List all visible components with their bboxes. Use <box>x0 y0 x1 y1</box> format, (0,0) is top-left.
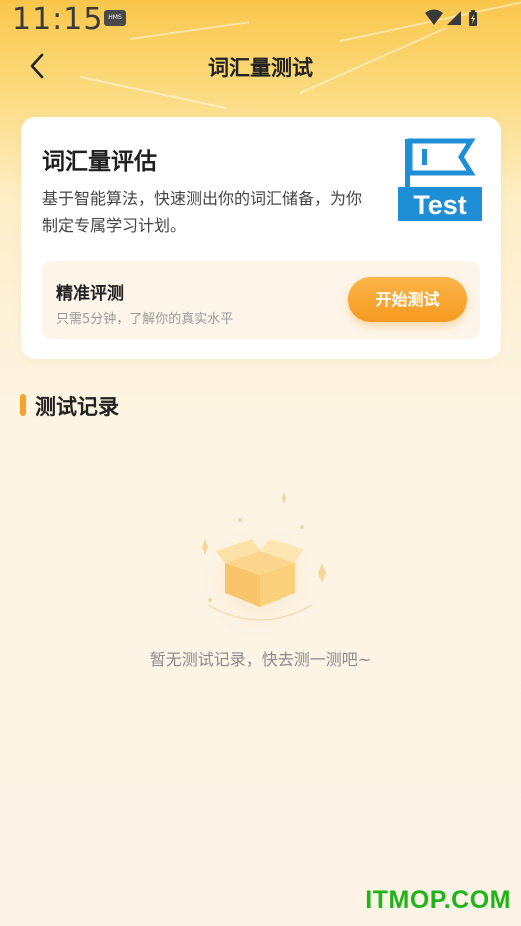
panel-title: 精准评测 <box>56 284 124 304</box>
page-title: 词汇量测试 <box>208 56 313 80</box>
battery-icon <box>469 10 477 26</box>
test-flag-icon: Test <box>398 138 482 221</box>
watermark: ITMOP.COM <box>365 886 511 914</box>
panel-subtitle: 只需5分钟，了解你的真实水平 <box>56 312 234 327</box>
precise-assessment-panel: 精准评测 只需5分钟，了解你的真实水平 开始测试 <box>42 261 480 339</box>
wifi-icon <box>425 9 443 25</box>
status-bar: 11:15 HMS <box>0 0 521 40</box>
hms-badge: HMS <box>104 10 126 26</box>
empty-box-icon <box>198 492 326 635</box>
records-section-title: 测试记录 <box>35 395 119 419</box>
signal-icon <box>447 11 461 25</box>
status-icons <box>425 9 477 26</box>
nav-bar: 词汇量测试 <box>0 40 521 96</box>
start-test-button[interactable]: 开始测试 <box>348 277 467 322</box>
status-time: 11:15 <box>12 2 104 37</box>
section-accent-bar <box>20 394 26 416</box>
vocabulary-assessment-card: 词汇量评估 基于智能算法，快速测出你的词汇储备，为你制定专属学习计划。 Test… <box>21 117 501 359</box>
card-title: 词汇量评估 <box>42 149 157 175</box>
card-description: 基于智能算法，快速测出你的词汇储备，为你制定专属学习计划。 <box>42 189 363 235</box>
empty-records-text: 暂无测试记录，快去测一测吧~ <box>149 650 372 669</box>
test-logo-text: Test <box>413 190 467 220</box>
